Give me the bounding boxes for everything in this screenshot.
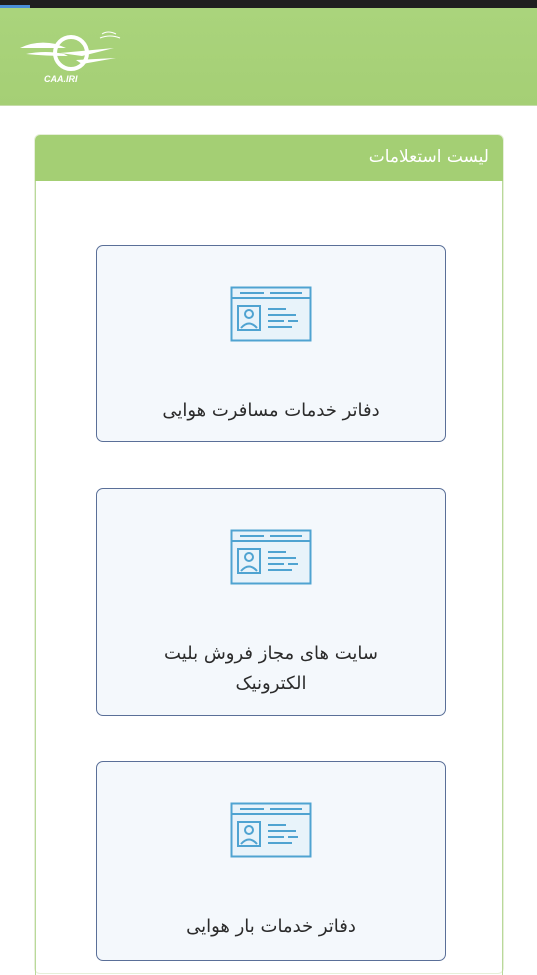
id-card-icon — [230, 802, 312, 858]
card-label: سایت های مجاز فروش بلیت الکترونیک — [164, 643, 378, 694]
card-travel-offices[interactable]: دفاتر خدمات مسافرت هوایی — [96, 245, 446, 442]
caa-logo[interactable]: CAA.IRI — [16, 26, 124, 92]
page-content: لیست استعلامات دفاتر خدمات مسافرت هوایی … — [0, 106, 537, 975]
panel-body: دفاتر خدمات مسافرت هوایی سایت های مجاز ف… — [35, 181, 503, 975]
panel-header: لیست استعلامات — [35, 135, 503, 181]
logo-text: CAA.IRI — [44, 74, 78, 84]
card-ticket-websites[interactable]: سایت های مجاز فروش بلیت الکترونیک — [96, 488, 446, 716]
panel-title: لیست استعلامات — [368, 147, 489, 167]
id-card-icon — [230, 529, 312, 585]
status-bar — [0, 0, 537, 8]
card-label: دفاتر خدمات بار هوایی — [186, 916, 356, 937]
id-card-icon — [230, 286, 312, 342]
card-label: دفاتر خدمات مسافرت هوایی — [162, 400, 380, 421]
inquiries-panel: لیست استعلامات دفاتر خدمات مسافرت هوایی … — [34, 134, 504, 975]
app-header: CAA.IRI — [0, 8, 537, 106]
card-cargo-offices[interactable]: دفاتر خدمات بار هوایی — [96, 761, 446, 961]
